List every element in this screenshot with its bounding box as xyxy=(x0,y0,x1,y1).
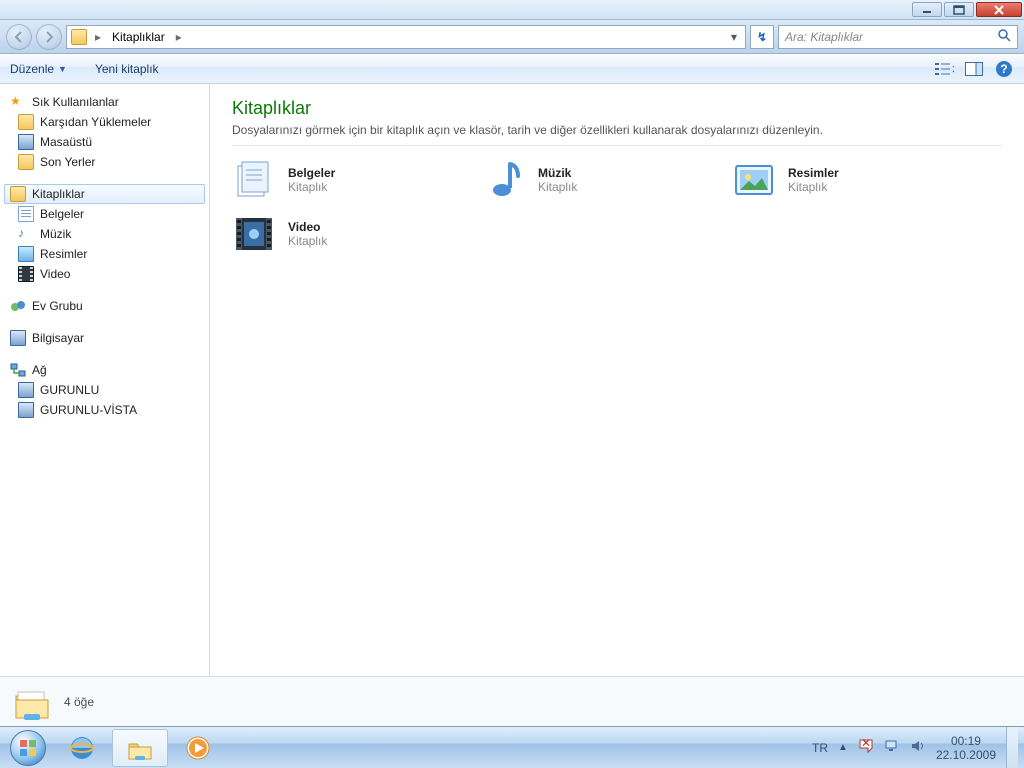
sidebar-network-pc-2[interactable]: GURUNLU-VİSTA xyxy=(4,400,205,420)
sidebar-libraries-header[interactable]: Kitaplıklar xyxy=(4,184,205,204)
videos-library-icon xyxy=(232,212,276,256)
window-close-button[interactable] xyxy=(976,2,1022,17)
sidebar-network-header[interactable]: Ağ xyxy=(4,360,205,380)
library-sub: Kitaplık xyxy=(288,180,335,194)
separator xyxy=(232,145,1002,146)
search-icon xyxy=(997,28,1011,45)
sidebar-favorites-header[interactable]: ★Sık Kullanılanlar xyxy=(4,92,205,112)
video-icon xyxy=(18,266,34,282)
star-icon: ★ xyxy=(10,94,26,110)
library-name: Resimler xyxy=(788,166,839,180)
action-center-icon[interactable]: ✕ xyxy=(858,738,874,757)
library-sub: Kitaplık xyxy=(288,234,327,248)
start-button[interactable] xyxy=(4,728,52,768)
music-library-icon xyxy=(482,158,526,202)
library-videos[interactable]: VideoKitaplık xyxy=(232,212,442,256)
library-sub: Kitaplık xyxy=(538,180,577,194)
details-text: 4 öğe xyxy=(64,695,94,709)
library-music[interactable]: MüzikKitaplık xyxy=(482,158,692,202)
library-sub: Kitaplık xyxy=(788,180,839,194)
forward-button[interactable] xyxy=(36,24,62,50)
details-pane: 4 öğe xyxy=(0,676,1024,726)
system-tray: TR ▲ ✕ 00:19 22.10.2009 xyxy=(812,727,1020,768)
library-name: Müzik xyxy=(538,166,577,180)
pictures-library-icon xyxy=(732,158,776,202)
taskbar-ie[interactable] xyxy=(54,729,110,767)
breadcrumb-root[interactable]: Kitaplıklar xyxy=(109,30,168,44)
computer-icon xyxy=(18,382,34,398)
sidebar-network-pc-1[interactable]: GURUNLU xyxy=(4,380,205,400)
clock-time: 00:19 xyxy=(936,734,996,748)
window-minimize-button[interactable] xyxy=(912,2,942,17)
show-desktop-button[interactable] xyxy=(1006,727,1018,768)
tray-chevron-icon[interactable]: ▲ xyxy=(838,742,848,753)
search-box[interactable]: Ara: Kitaplıklar xyxy=(778,25,1018,49)
network-icon xyxy=(10,362,26,378)
library-name: Belgeler xyxy=(288,166,335,180)
computer-icon xyxy=(10,330,26,346)
svg-text:?: ? xyxy=(1000,62,1007,76)
sidebar-documents[interactable]: Belgeler xyxy=(4,204,205,224)
sidebar-recent[interactable]: Son Yerler xyxy=(4,152,205,172)
taskbar-clock[interactable]: 00:19 22.10.2009 xyxy=(936,734,996,762)
folder-icon xyxy=(18,154,34,170)
network-tray-icon[interactable] xyxy=(884,738,900,757)
refresh-icon: ↯ xyxy=(757,30,767,44)
navigation-pane: ★Sık Kullanılanlar Karşıdan Yüklemeler M… xyxy=(0,84,210,676)
library-pictures[interactable]: ResimlerKitaplık xyxy=(732,158,942,202)
window-maximize-button[interactable] xyxy=(944,2,974,17)
windows-logo-icon xyxy=(10,730,46,766)
libraries-icon xyxy=(10,186,26,202)
help-button[interactable]: ? xyxy=(994,59,1014,79)
breadcrumb-sep-icon: ▸ xyxy=(174,30,184,44)
document-icon xyxy=(18,206,34,222)
content-pane: Kitaplıklar Dosyalarınızı görmek için bi… xyxy=(210,84,1024,676)
sidebar-homegroup[interactable]: Ev Grubu xyxy=(4,296,205,316)
breadcrumb-sep-icon: ▸ xyxy=(93,30,103,44)
computer-icon xyxy=(18,402,34,418)
clock-date: 22.10.2009 xyxy=(936,748,996,762)
chevron-down-icon: ▼ xyxy=(58,64,67,74)
back-button[interactable] xyxy=(6,24,32,50)
organize-menu[interactable]: Düzenle▼ xyxy=(10,62,67,76)
taskbar: TR ▲ ✕ 00:19 22.10.2009 xyxy=(0,726,1024,768)
sidebar-computer[interactable]: Bilgisayar xyxy=(4,328,205,348)
page-title: Kitaplıklar xyxy=(232,98,1002,119)
library-documents[interactable]: BelgelerKitaplık xyxy=(232,158,442,202)
refresh-button[interactable]: ↯ xyxy=(750,25,774,49)
titlebar xyxy=(0,0,1024,20)
svg-text:✕: ✕ xyxy=(861,738,871,750)
libraries-large-icon xyxy=(12,682,52,722)
library-name: Video xyxy=(288,220,327,234)
sidebar-videos[interactable]: Video xyxy=(4,264,205,284)
music-icon: ♪ xyxy=(18,226,34,242)
taskbar-explorer[interactable] xyxy=(112,729,168,767)
libraries-icon xyxy=(71,29,87,45)
navigation-bar: ▸ Kitaplıklar ▸ ▾ ↯ Ara: Kitaplıklar xyxy=(0,20,1024,54)
new-library-button[interactable]: Yeni kitaplık xyxy=(95,62,159,76)
volume-icon[interactable] xyxy=(910,738,926,757)
taskbar-wmp[interactable] xyxy=(170,729,226,767)
input-language[interactable]: TR xyxy=(812,741,828,755)
command-bar: Düzenle▼ Yeni kitaplık ? xyxy=(0,54,1024,84)
documents-library-icon xyxy=(232,158,276,202)
address-dropdown-icon[interactable]: ▾ xyxy=(727,30,741,44)
sidebar-pictures[interactable]: Resimler xyxy=(4,244,205,264)
picture-icon xyxy=(18,246,34,262)
address-bar[interactable]: ▸ Kitaplıklar ▸ ▾ xyxy=(66,25,746,49)
homegroup-icon xyxy=(10,298,26,314)
search-placeholder: Ara: Kitaplıklar xyxy=(785,30,863,44)
sidebar-downloads[interactable]: Karşıdan Yüklemeler xyxy=(4,112,205,132)
view-options-button[interactable] xyxy=(934,59,954,79)
page-description: Dosyalarınızı görmek için bir kitaplık a… xyxy=(232,123,1002,137)
folder-icon xyxy=(18,114,34,130)
sidebar-music[interactable]: ♪Müzik xyxy=(4,224,205,244)
preview-pane-button[interactable] xyxy=(964,59,984,79)
desktop-icon xyxy=(18,134,34,150)
sidebar-desktop[interactable]: Masaüstü xyxy=(4,132,205,152)
